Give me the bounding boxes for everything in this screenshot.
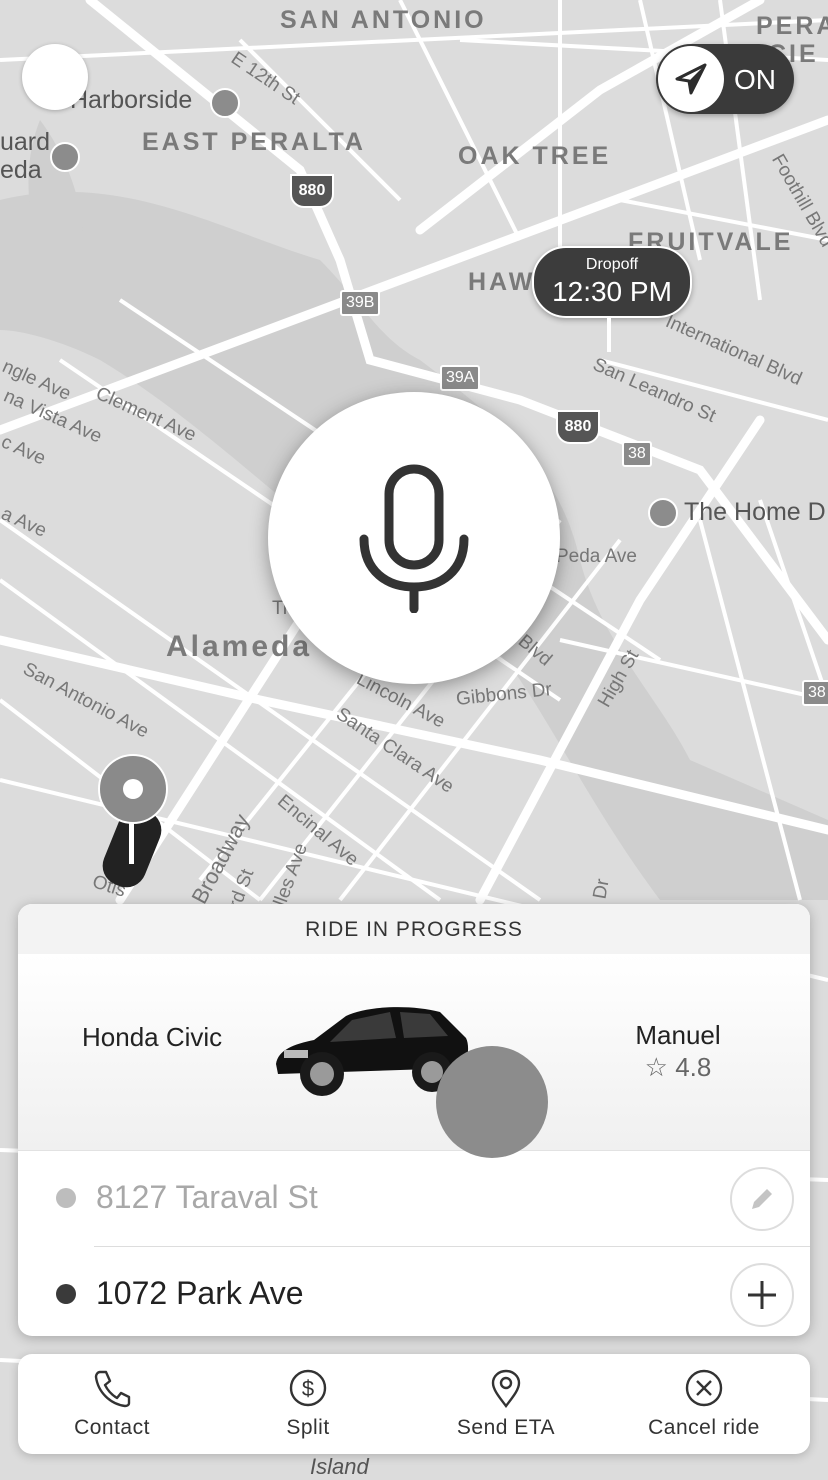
map-label-area: OAK TREE [458, 142, 612, 170]
map-label-street: Island [310, 1454, 369, 1479]
map-label-poi: Harborside [70, 86, 193, 114]
vehicle-driver-row[interactable]: Honda Civic Manuel ☆ 4.8 [18, 954, 810, 1158]
map-label-area: PERA [756, 12, 828, 40]
pickup-pin-icon[interactable] [98, 754, 168, 824]
poi-icon [648, 498, 678, 528]
exit-shield: 39A [440, 365, 481, 391]
add-stop-button[interactable] [730, 1263, 794, 1327]
dropoff-address: 1072 Park Ave [96, 1275, 304, 1311]
dropoff-address-row[interactable]: 1072 Park Ave [18, 1247, 810, 1336]
car-model: Honda Civic [82, 1022, 223, 1052]
phone-icon [94, 1370, 131, 1408]
svg-text:$: $ [302, 1376, 314, 1401]
dropoff-time: 12:30 PM [552, 276, 672, 307]
map-label-street: Peda Ave [556, 546, 638, 567]
send-eta-button[interactable]: Send ETA [416, 1368, 596, 1440]
contact-button[interactable]: Contact [22, 1368, 202, 1440]
dropoff-pin-stem [607, 316, 611, 352]
microphone-icon [359, 464, 469, 613]
poi-icon [210, 88, 240, 118]
pickup-address: 8127 Taraval St [96, 1179, 318, 1215]
voice-input-button[interactable] [268, 392, 560, 684]
pickup-dot-icon [56, 1188, 76, 1208]
pickup-pin-stem [129, 820, 134, 864]
map-label-street: Dr [589, 877, 614, 901]
navigation-toggle-label: ON [734, 64, 776, 95]
cancel-ride-button[interactable]: Cancel ride [614, 1368, 794, 1440]
dollar-icon: $ [289, 1369, 327, 1407]
navigation-toggle[interactable]: ON [656, 44, 794, 114]
action-label: Cancel ride [648, 1416, 760, 1439]
pencil-icon [752, 1189, 772, 1209]
driver-rating: ☆ 4.8 [644, 1052, 712, 1082]
map-label-poi: The Home D [684, 498, 826, 526]
cancel-icon [685, 1369, 723, 1407]
plus-icon [748, 1281, 776, 1309]
split-fare-button[interactable]: $ Split [218, 1368, 398, 1440]
action-label: Send ETA [456, 1416, 556, 1439]
pickup-address-row[interactable]: 8127 Taraval St [18, 1151, 810, 1247]
map-label-area: SAN ANTONIO [280, 6, 487, 34]
map-label-area: HAW [468, 268, 536, 296]
driver-name: Manuel [635, 1020, 721, 1050]
map-label-area: Alameda [166, 630, 313, 663]
compass-icon [658, 46, 724, 112]
dropoff-label: Dropoff [585, 256, 639, 273]
highway-shield: 880 [290, 174, 334, 208]
ride-action-bar: Contact $ Split Send ETA Cancel ride [18, 1354, 810, 1454]
driver-avatar [436, 1046, 548, 1158]
action-label: Contact [74, 1416, 150, 1439]
ride-info-card: RIDE IN PROGRESS Honda Civic Manuel ☆ 4.… [18, 904, 810, 1336]
map-label-poi: eda [0, 156, 42, 184]
exit-shield: 38 [622, 441, 652, 467]
location-pin-icon [491, 1369, 521, 1408]
highway-shield: 880 [556, 410, 600, 444]
ride-status: RIDE IN PROGRESS [18, 904, 810, 954]
dropoff-eta-bubble[interactable]: Dropoff 12:30 PM [532, 246, 692, 318]
poi-icon [50, 142, 80, 172]
exit-shield: 39B [340, 290, 381, 316]
profile-avatar[interactable] [22, 44, 88, 110]
edit-address-button[interactable] [730, 1167, 794, 1231]
exit-shield: 38 [802, 680, 828, 706]
map-label-area: EAST PERALTA [142, 128, 366, 156]
dropoff-dot-icon [56, 1284, 76, 1304]
action-label: Split [286, 1416, 330, 1439]
map-label-poi: uard [0, 128, 51, 156]
